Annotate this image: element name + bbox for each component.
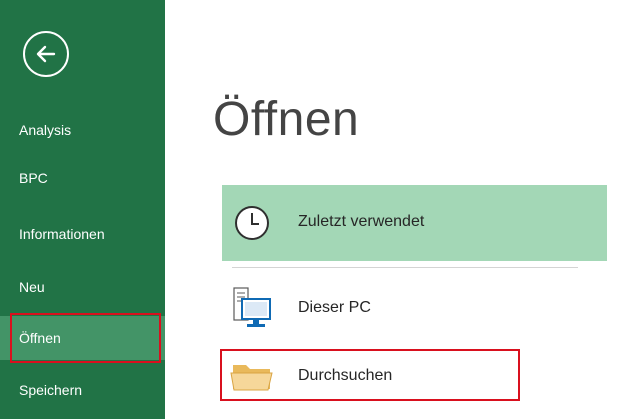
back-arrow-icon [36, 45, 56, 63]
clock-icon [233, 204, 271, 242]
sidebar-item-label: Informationen [19, 226, 105, 242]
computer-icon [232, 285, 274, 331]
back-button[interactable] [23, 31, 69, 77]
sidebar-item-label: BPC [19, 170, 48, 186]
location-browse[interactable]: Durchsuchen [222, 351, 607, 401]
sidebar-item-label: Neu [19, 279, 45, 295]
location-recent[interactable]: Zuletzt verwendet [222, 185, 607, 261]
sidebar-item-informationen[interactable]: Informationen [0, 212, 165, 256]
sidebar-item-neu[interactable]: Neu [0, 265, 165, 309]
page-title: Öffnen [213, 93, 360, 146]
sidebar-item-speichern[interactable]: Speichern [0, 368, 165, 412]
sidebar-item-label: Speichern [19, 382, 83, 398]
sidebar-item-label: Öffnen [19, 330, 61, 346]
location-label: Dieser PC [298, 299, 371, 316]
sidebar-item-label: Analysis [19, 122, 72, 138]
location-label: Durchsuchen [298, 367, 393, 384]
sidebar-item-oeffnen[interactable]: Öffnen [0, 316, 165, 360]
backstage-view: Analysis BPC Informationen Neu Öffnen Sp… [0, 0, 619, 419]
backstage-sidebar: Analysis BPC Informationen Neu Öffnen Sp… [0, 0, 165, 419]
divider [232, 267, 578, 268]
sidebar-item-analysis[interactable]: Analysis [0, 108, 165, 152]
location-this-pc[interactable]: Dieser PC [222, 282, 607, 336]
sidebar-item-bpc[interactable]: BPC [0, 156, 165, 200]
location-label: Zuletzt verwendet [298, 213, 425, 230]
folder-icon [230, 359, 276, 393]
